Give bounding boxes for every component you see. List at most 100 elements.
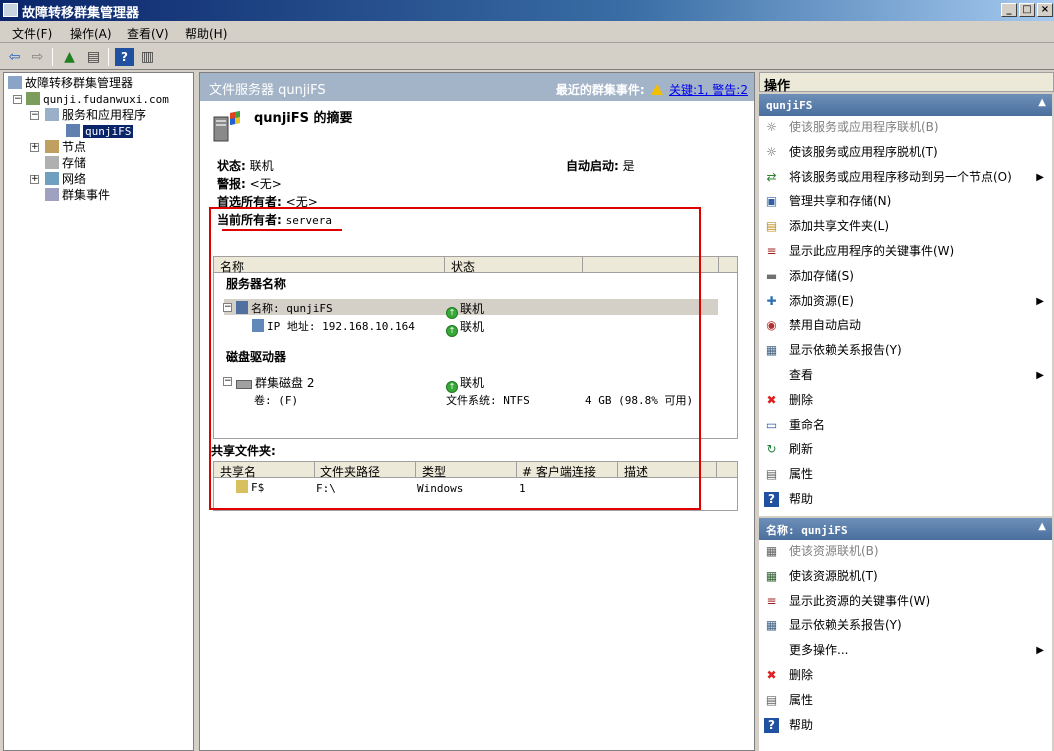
show-tree-icon[interactable]: ▤ <box>84 48 103 66</box>
action-item[interactable]: ≡ 显示此应用程序的关键事件(W) <box>759 240 1052 263</box>
action-item-label: 添加资源(E) <box>789 293 854 308</box>
report-icon: ▦ <box>765 618 778 633</box>
collapse-icon[interactable]: − <box>30 111 39 120</box>
tree-events[interactable]: 群集事件 <box>45 187 110 203</box>
collapse-caret-icon[interactable]: ▲ <box>1038 97 1046 108</box>
tree-nodes-label: 节点 <box>62 140 87 154</box>
action-item[interactable]: ↻ 刷新 <box>759 438 1052 461</box>
action-item-label: 帮助 <box>789 492 814 506</box>
tree-events-label: 群集事件 <box>62 188 111 202</box>
resource-icon: ✚ <box>766 293 777 308</box>
alert-label: 警报: <box>217 177 246 191</box>
action-item[interactable]: ✖ 删除 <box>759 389 1052 412</box>
cluster-manager-icon <box>8 76 22 89</box>
tree-storage-label: 存储 <box>62 156 87 170</box>
action-item-label: 显示此资源的关键事件(W) <box>789 593 931 608</box>
storage-icon: ▬ <box>765 268 778 283</box>
help-icon: ? <box>764 492 779 507</box>
tree-root-label: 故障转移群集管理器 <box>25 76 134 90</box>
maximize-button[interactable]: □ <box>1019 3 1035 17</box>
action-item[interactable]: ▦ 显示依赖关系报告(Y) <box>759 339 1052 362</box>
action-item[interactable]: ▤ 属性 <box>759 463 1052 486</box>
action-item-label: 显示此应用程序的关键事件(W) <box>789 244 955 258</box>
cluster-icon <box>26 92 40 105</box>
minimize-button[interactable]: _ <box>1001 3 1017 17</box>
actions-title: 操作 <box>759 72 1054 94</box>
action-item[interactable]: ▭ 重命名 <box>759 414 1052 437</box>
report-icon: ▦ <box>765 343 778 358</box>
action-item[interactable]: ▦ 使该资源联机(B) <box>759 540 1052 563</box>
menu-action[interactable]: 操作(A) <box>70 25 112 42</box>
tree-qunjifs[interactable]: qunjiFS <box>66 123 134 139</box>
menu-file[interactable]: 文件(F) <box>12 25 52 42</box>
collapse-icon[interactable]: − <box>13 95 22 104</box>
expand-icon[interactable]: + <box>30 175 39 184</box>
status-row: 状态: 联机 <box>217 157 274 174</box>
alert-row: 警报: <无> <box>217 175 282 192</box>
action-item[interactable]: ? 帮助 <box>759 488 1052 511</box>
action-item[interactable]: ≡ 显示此资源的关键事件(W) <box>759 590 1052 613</box>
action-item[interactable]: ? 帮助 <box>759 714 1052 737</box>
menu-view[interactable]: 查看(V) <box>127 25 169 42</box>
nodes-icon <box>45 140 59 153</box>
rename-icon: ▭ <box>765 417 778 432</box>
tree-nodes[interactable]: 节点 <box>45 139 86 155</box>
action-item-label: 刷新 <box>789 442 814 457</box>
actions-section-resource[interactable]: 名称: qunjiFS ▲ <box>759 518 1052 540</box>
tree-services[interactable]: 服务和应用程序 <box>45 107 146 123</box>
services-icon <box>45 108 59 121</box>
toolbar-separator <box>52 48 53 66</box>
up-folder-icon[interactable]: ▲ <box>60 48 79 66</box>
actions-section-service[interactable]: qunjiFS ▲ <box>759 94 1052 116</box>
action-item[interactable]: 更多操作... ▶ <box>759 639 1052 662</box>
properties-icon: ▤ <box>765 692 778 707</box>
action-item-label: 将该服务或应用程序移动到另一个节点(O) <box>789 169 1012 184</box>
action-item[interactable]: ▦ 显示依赖关系报告(Y) <box>759 614 1052 637</box>
action-item[interactable]: ▬ 添加存储(S) <box>759 265 1052 288</box>
action-item[interactable]: ▤ 属性 <box>759 689 1052 712</box>
action-item-label: 显示依赖关系报告(Y) <box>789 618 902 633</box>
main-window: 故障转移群集管理器 _ □ × 文件(F) 操作(A) 查看(V) 帮助(H) … <box>0 0 1054 751</box>
title-bar[interactable]: 故障转移群集管理器 _ □ × <box>0 0 1054 21</box>
summary-title: qunjiFS 的摘要 <box>254 111 353 126</box>
action-item[interactable]: ▤ 添加共享文件夹(L) <box>759 215 1052 238</box>
expand-icon[interactable]: + <box>30 143 39 152</box>
action-item[interactable]: ▣ 管理共享和存储(N) <box>759 190 1052 213</box>
center-header-title: 文件服务器 qunjiFS <box>209 83 326 98</box>
action-item[interactable]: ▦ 使该资源脱机(T) <box>759 565 1052 588</box>
show-action-pane-icon[interactable]: ▥ <box>138 48 157 66</box>
delete-icon: ✖ <box>766 392 777 407</box>
action-item[interactable]: ☼ 使该服务或应用程序脱机(T) <box>759 141 1052 164</box>
submenu-arrow-icon: ▶ <box>1036 370 1044 381</box>
action-item[interactable]: ◉ 禁用自动启动 <box>759 314 1052 337</box>
tree-storage[interactable]: 存储 <box>45 155 86 171</box>
actions-section-service-label: qunjiFS <box>766 99 813 112</box>
collapse-caret-icon[interactable]: ▲ <box>1038 521 1046 532</box>
actions-section-resource-label: 名称: qunjiFS <box>766 524 848 537</box>
action-item-label: 使该服务或应用程序脱机(T) <box>789 144 938 159</box>
tree-network[interactable]: 网络 <box>45 171 86 187</box>
tree-cluster[interactable]: qunji.fudanwuxi.com <box>26 91 169 107</box>
action-item[interactable]: ☼ 使该服务或应用程序联机(B) <box>759 116 1052 139</box>
forward-icon[interactable]: ⇨ <box>28 48 47 66</box>
actions-pane: 操作 qunjiFS ▲ ☼ 使该服务或应用程序联机(B) ☼ 使该服务或应用程序脱机(… <box>759 72 1054 751</box>
disable-icon: ◉ <box>766 318 777 333</box>
close-button[interactable]: × <box>1037 3 1053 17</box>
help-icon: ? <box>764 717 779 733</box>
column-separator[interactable] <box>718 257 719 273</box>
tree-root[interactable]: 故障转移群集管理器 <box>8 75 133 91</box>
server-icon <box>210 109 242 142</box>
delete-icon: ✖ <box>766 668 777 682</box>
action-item-label: 添加存储(S) <box>789 268 854 283</box>
action-item[interactable]: ✚ 添加资源(E) ▶ <box>759 290 1052 313</box>
action-item[interactable]: 查看 ▶ <box>759 364 1052 387</box>
recent-events-link[interactable]: 关键:1, 警告:2 <box>669 83 748 97</box>
action-item[interactable]: ⇄ 将该服务或应用程序移动到另一个节点(O) ▶ <box>759 166 1052 189</box>
action-item[interactable]: ✖ 删除 <box>759 664 1052 687</box>
center-header: 文件服务器 qunjiFS 最近的群集事件: 关键:1, 警告:2 <box>200 73 754 101</box>
back-icon[interactable]: ⇦ <box>5 48 24 66</box>
help-icon[interactable]: ? <box>115 48 134 66</box>
column-separator[interactable] <box>716 462 717 478</box>
annotation-box <box>209 207 701 510</box>
menu-help[interactable]: 帮助(H) <box>185 25 227 42</box>
